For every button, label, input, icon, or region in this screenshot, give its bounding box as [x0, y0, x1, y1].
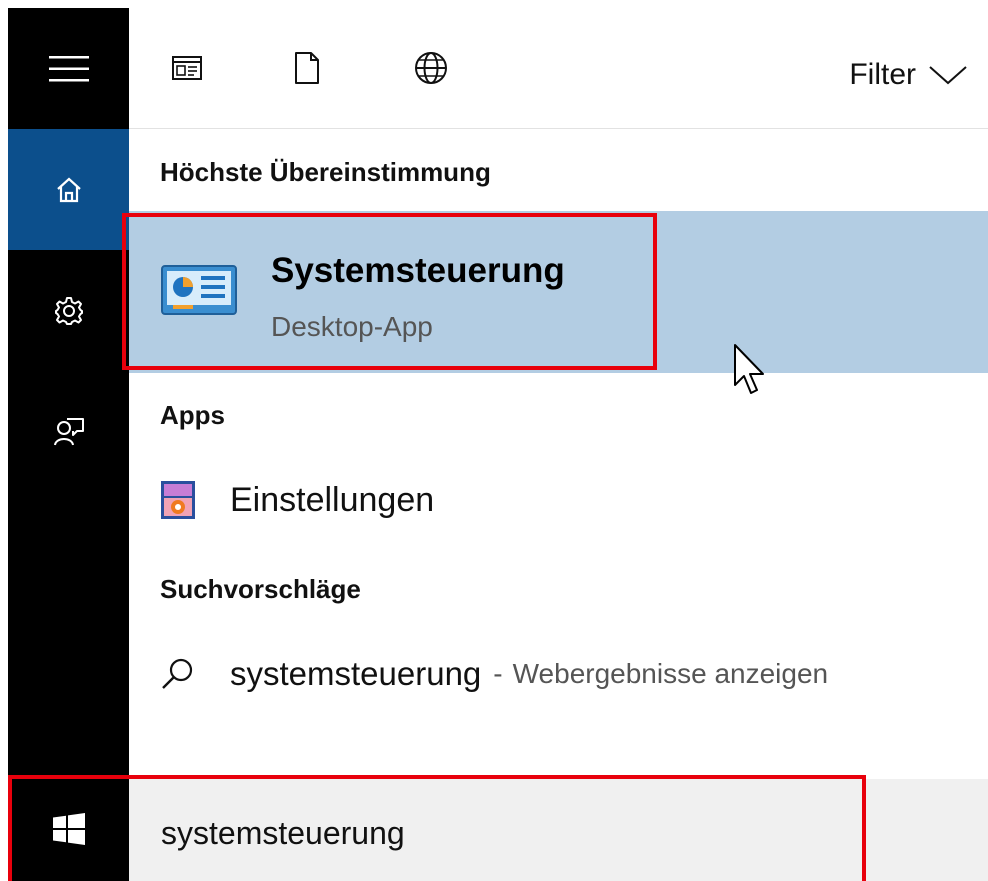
- menu-button[interactable]: [8, 8, 129, 129]
- left-rail: [8, 8, 129, 881]
- hamburger-menu-icon: [48, 55, 89, 81]
- chevron-down-icon: [929, 66, 967, 85]
- home-button[interactable]: [8, 129, 129, 250]
- best-match-title: Systemsteuerung: [271, 251, 565, 290]
- windows-logo-icon: [52, 813, 85, 845]
- apps-heading: Apps: [160, 400, 225, 430]
- web-suggestion-item[interactable]: systemsteuerung - Webergebnisse anzeigen: [160, 655, 828, 693]
- file-icon: [295, 52, 319, 84]
- suggestions-heading: Suchvorschläge: [160, 574, 361, 604]
- apps-filter-button[interactable]: [287, 48, 327, 88]
- settings-app-icon: [161, 481, 195, 519]
- search-icon: [162, 658, 193, 689]
- documents-filter-button[interactable]: [167, 48, 207, 88]
- filter-label: Filter: [849, 58, 916, 91]
- suggestion-separator: -: [493, 658, 503, 689]
- home-icon: [56, 177, 81, 202]
- mouse-pointer-icon: [734, 344, 764, 394]
- best-match-result[interactable]: Systemsteuerung Desktop-App: [129, 211, 988, 373]
- search-filter-toolbar: Filter: [129, 8, 988, 129]
- best-match-heading: Höchste Übereinstimmung: [160, 157, 491, 187]
- search-input[interactable]: [161, 813, 811, 853]
- best-match-subtitle: Desktop-App: [271, 311, 433, 342]
- feedback-button[interactable]: [8, 371, 129, 492]
- start-button[interactable]: [8, 777, 129, 881]
- app-result-label: Einstellungen: [230, 480, 435, 519]
- web-filter-button[interactable]: [411, 48, 451, 88]
- documents-icon: [172, 56, 202, 80]
- search-box: [129, 779, 988, 881]
- globe-icon: [415, 52, 447, 84]
- suggestion-query: systemsteuerung: [230, 655, 482, 692]
- settings-button[interactable]: [8, 250, 129, 371]
- filter-dropdown[interactable]: Filter: [849, 58, 968, 91]
- gear-icon: [54, 296, 83, 325]
- control-panel-icon: [161, 265, 237, 315]
- suggestion-hint: Webergebnisse anzeigen: [512, 658, 829, 689]
- feedback-person-icon: [53, 417, 84, 445]
- app-result-einstellungen[interactable]: Einstellungen: [160, 480, 434, 520]
